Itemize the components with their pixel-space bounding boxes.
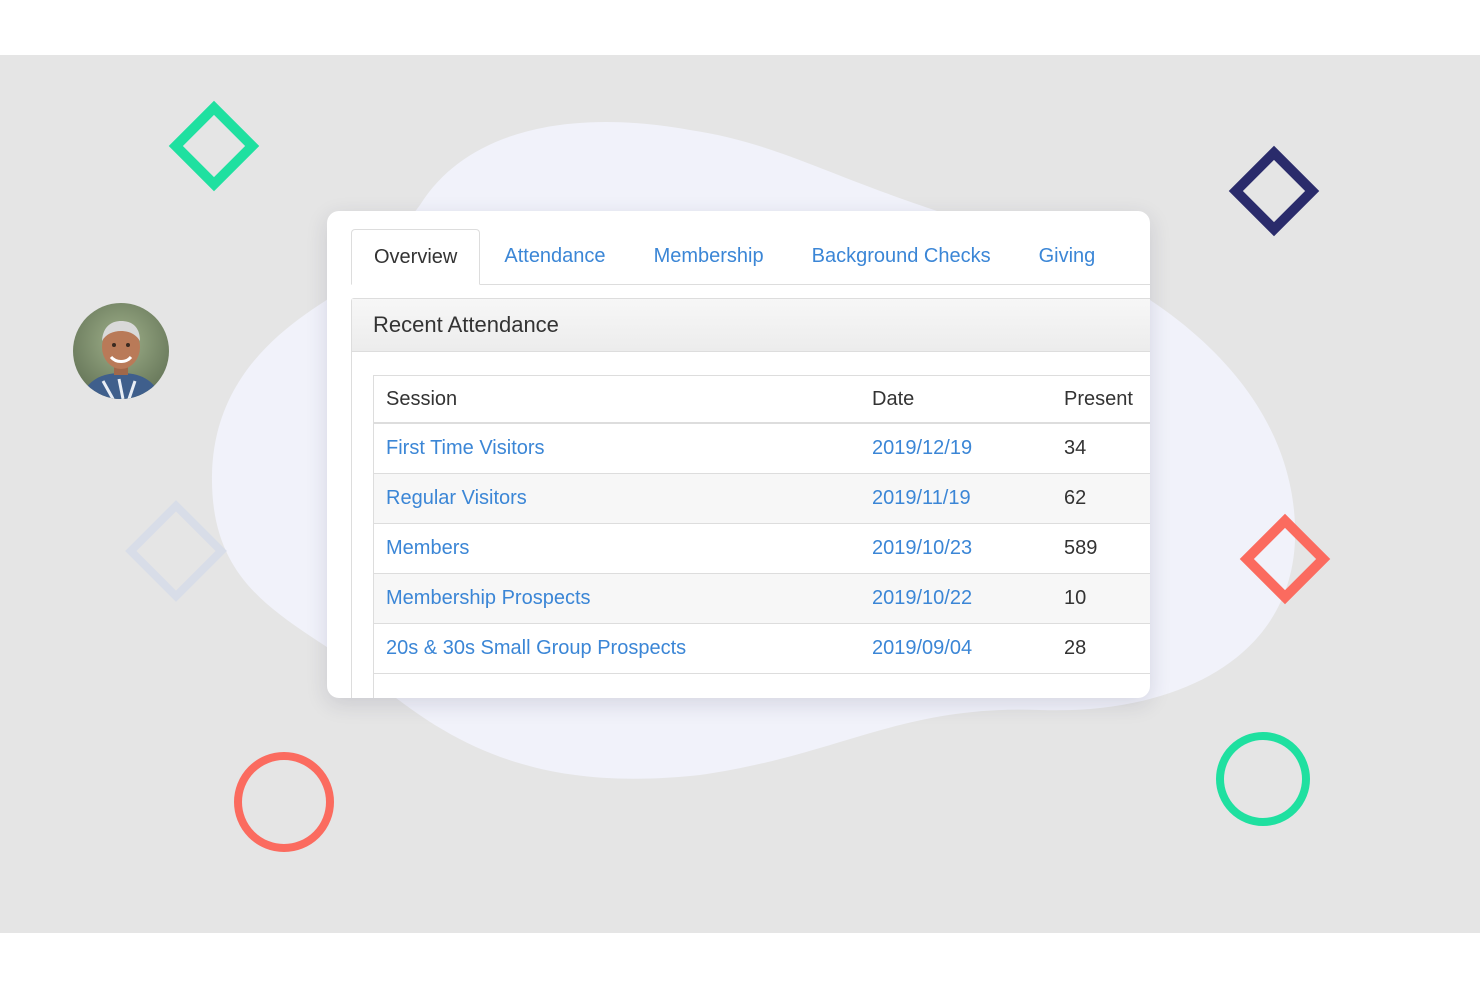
green-circle-shape: [1216, 732, 1310, 826]
profile-tabs: Overview Attendance Membership Backgroun…: [351, 229, 1150, 285]
date-link[interactable]: 2019/11/19: [872, 487, 971, 509]
present-count: 10: [1064, 587, 1087, 609]
table-row: First Time Visitors 2019/12/19 34: [374, 423, 1150, 474]
date-link[interactable]: 2019/12/19: [872, 437, 972, 459]
session-link[interactable]: Members: [386, 537, 469, 559]
hero-canvas: Overview Attendance Membership Backgroun…: [0, 55, 1480, 933]
date-link[interactable]: 2019/09/04: [872, 637, 972, 659]
column-header-date: Date: [860, 376, 1052, 424]
attendance-table-wrapper: Session Date Present First Time Visitors…: [373, 375, 1150, 698]
recent-attendance-panel: Recent Attendance Session Date Present F…: [351, 298, 1150, 698]
tab-overview[interactable]: Overview: [351, 229, 481, 285]
date-link[interactable]: 2019/10/23: [872, 537, 972, 559]
session-link[interactable]: Membership Prospects: [386, 587, 591, 609]
table-row: Members 2019/10/23 589: [374, 523, 1150, 574]
person-profile-card: Overview Attendance Membership Backgroun…: [327, 211, 1150, 698]
coral-circle-shape: [234, 752, 334, 852]
session-link[interactable]: Regular Visitors: [386, 487, 527, 509]
column-header-present: Present: [1052, 376, 1150, 424]
table-header-row: Session Date Present: [374, 376, 1150, 424]
panel-title: Recent Attendance: [352, 299, 1150, 352]
attendance-table: Session Date Present First Time Visitors…: [374, 376, 1150, 674]
person-photo-icon: [73, 303, 169, 399]
column-header-session: Session: [374, 376, 860, 424]
tab-membership[interactable]: Membership: [630, 229, 788, 284]
tab-background-checks[interactable]: Background Checks: [788, 229, 1015, 284]
tab-giving[interactable]: Giving: [1015, 229, 1120, 284]
present-count: 589: [1064, 537, 1098, 559]
table-row: 20s & 30s Small Group Prospects 2019/09/…: [374, 623, 1150, 674]
tab-attendance[interactable]: Attendance: [480, 229, 629, 284]
present-count: 28: [1064, 637, 1087, 659]
present-count: 62: [1064, 487, 1087, 509]
date-link[interactable]: 2019/10/22: [872, 587, 972, 609]
table-row: Membership Prospects 2019/10/22 10: [374, 573, 1150, 624]
session-link[interactable]: 20s & 30s Small Group Prospects: [386, 637, 686, 659]
avatar: [73, 303, 169, 399]
present-count: 34: [1064, 437, 1087, 459]
session-link[interactable]: First Time Visitors: [386, 437, 545, 459]
table-row: Regular Visitors 2019/11/19 62: [374, 473, 1150, 524]
